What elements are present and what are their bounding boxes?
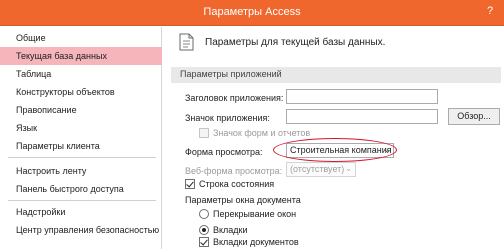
- main-panel: Параметры для текущей базы данных. Парам…: [163, 27, 504, 249]
- web-form-label: Веб-форма просмотра:: [185, 166, 283, 176]
- sidebar-item-add-ins[interactable]: Надстройки: [0, 203, 162, 221]
- tabbed-documents-label: Вкладки: [213, 225, 248, 235]
- app-title-label: Заголовок приложения:: [185, 93, 284, 103]
- section-header-app-options: Параметры приложений: [171, 67, 501, 83]
- sidebar-item-table[interactable]: Таблица: [0, 65, 162, 83]
- document-tabs-checkbox[interactable]: [199, 237, 209, 247]
- sidebar-item-customize-ribbon[interactable]: Настроить ленту: [0, 162, 162, 180]
- forms-reports-icon-label: Значок форм и отчетов: [213, 128, 311, 138]
- web-form-value: (отсутствует): [290, 164, 345, 174]
- section-title: Параметры приложений: [180, 69, 282, 79]
- chevron-down-icon: ⌄: [345, 164, 352, 173]
- status-bar-checkbox[interactable]: [185, 179, 195, 189]
- sidebar-separator: [8, 157, 156, 158]
- sidebar-item-current-database[interactable]: Текущая база данных: [0, 47, 162, 65]
- sidebar-separator: [8, 200, 156, 201]
- sidebar-item-proofing[interactable]: Правописание: [0, 101, 162, 119]
- document-tabs-label: Вкладки документов: [213, 237, 299, 247]
- sidebar: Общие Текущая база данных Таблица Констр…: [0, 27, 162, 249]
- sidebar-item-quick-access-toolbar[interactable]: Панель быстрого доступа: [0, 180, 162, 198]
- document-settings-icon: [179, 33, 194, 51]
- forms-reports-icon-checkbox[interactable]: [199, 128, 209, 138]
- title-bar: Параметры Access ?: [0, 0, 504, 26]
- sidebar-item-general[interactable]: Общие: [0, 29, 162, 47]
- display-form-label: Форма просмотра:: [185, 147, 263, 157]
- web-form-select[interactable]: (отсутствует) ⌄: [286, 162, 356, 177]
- overlapping-windows-label: Перекрывание окон: [213, 209, 297, 219]
- help-icon[interactable]: ?: [487, 5, 493, 17]
- tabbed-documents-radio[interactable]: [199, 225, 209, 235]
- browse-button[interactable]: Обзор...: [448, 108, 500, 125]
- page-header: Параметры для текущей базы данных.: [205, 37, 386, 48]
- doc-window-options-label: Параметры окна документа: [185, 195, 301, 205]
- window-title: Параметры Access: [203, 6, 301, 18]
- app-title-input[interactable]: [286, 89, 438, 104]
- app-icon-input[interactable]: [286, 109, 438, 124]
- sidebar-item-object-designers[interactable]: Конструкторы объектов: [0, 83, 162, 101]
- annotation-circle: [273, 138, 397, 162]
- sidebar-item-trust-center[interactable]: Центр управления безопасностью: [0, 221, 162, 239]
- app-icon-label: Значок приложения:: [185, 113, 270, 123]
- sidebar-item-language[interactable]: Язык: [0, 119, 162, 137]
- sidebar-item-client-settings[interactable]: Параметры клиента: [0, 137, 162, 155]
- overlapping-windows-radio[interactable]: [199, 209, 209, 219]
- status-bar-label: Строка состояния: [199, 179, 275, 189]
